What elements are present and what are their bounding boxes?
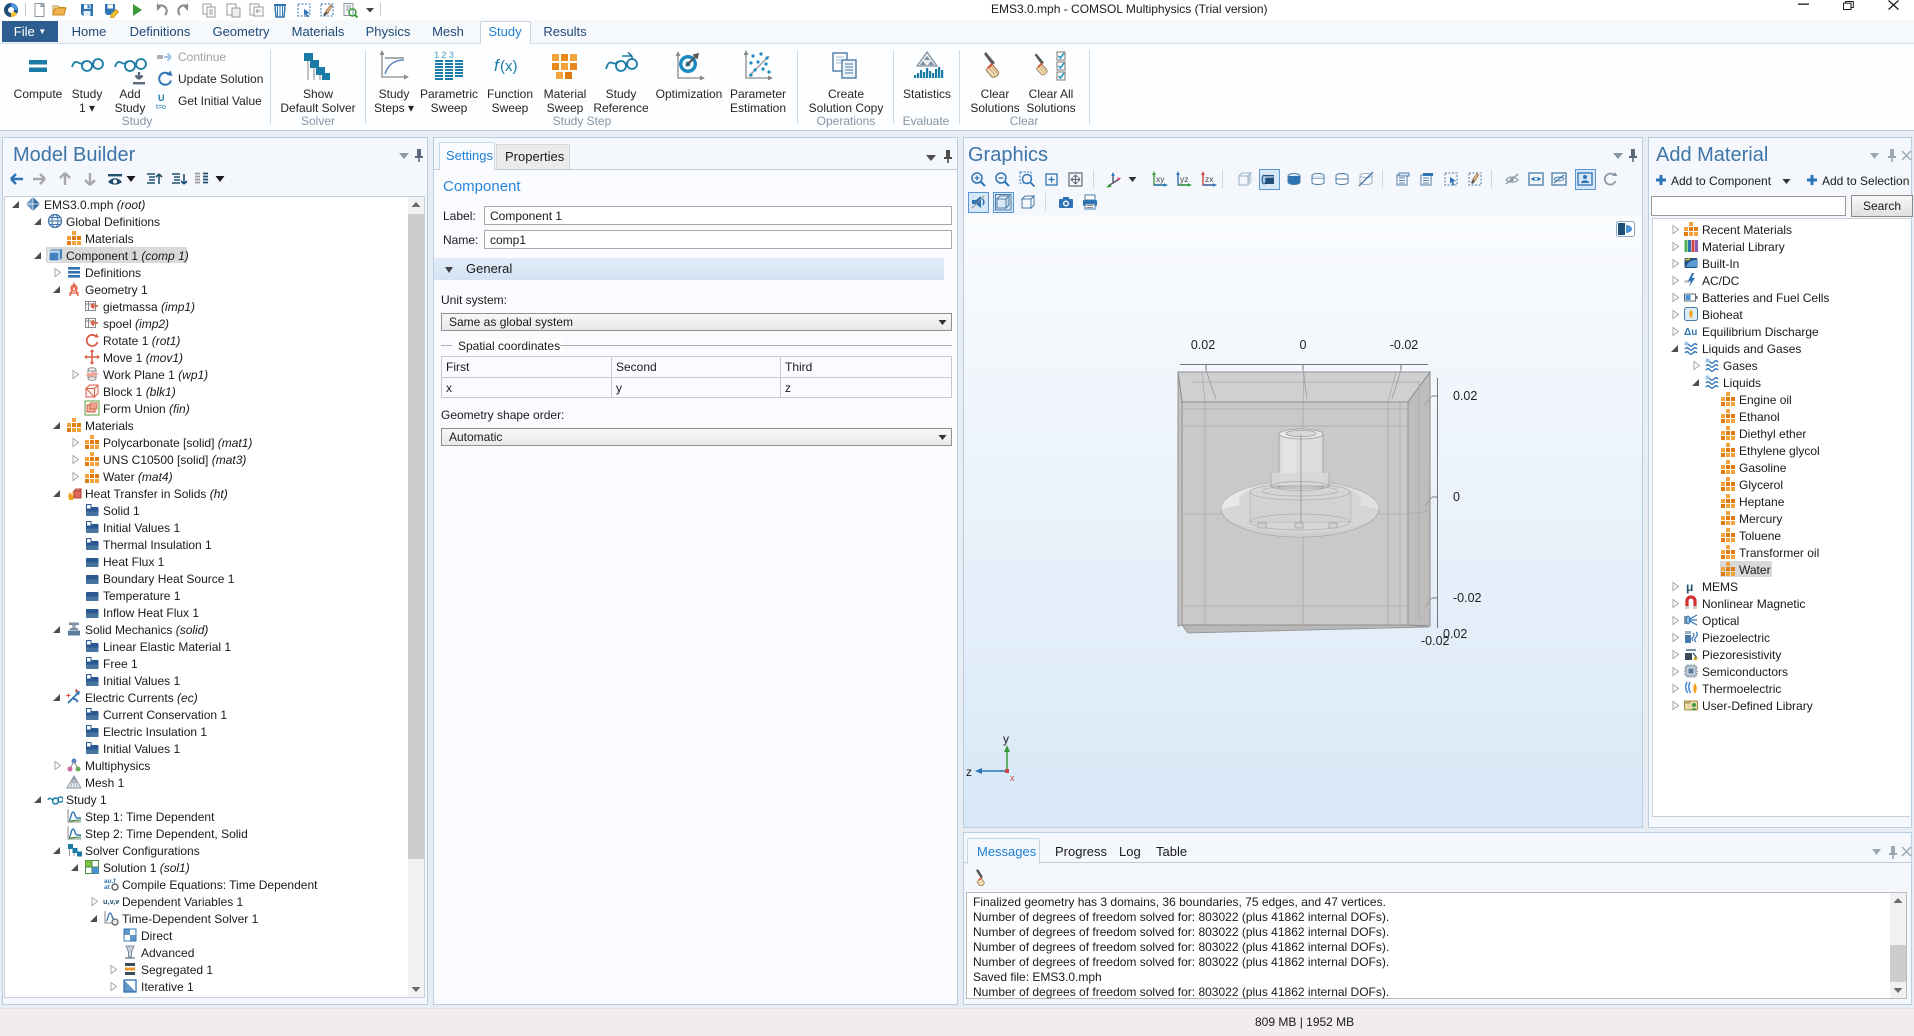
svg-text:0: 0 [1300, 338, 1307, 352]
svg-text:t=o: t=o [156, 104, 166, 111]
svg-text:+: + [66, 691, 71, 700]
svg-text:0.02: 0.02 [1453, 389, 1477, 403]
svg-text:yz: yz [1180, 174, 1189, 184]
svg-text:0: 0 [1453, 490, 1460, 504]
svg-text:-0.02: -0.02 [1453, 591, 1482, 605]
svg-text:1 2 3: 1 2 3 [434, 50, 454, 60]
svg-text:Δu: Δu [1684, 327, 1697, 338]
svg-text:-0.02: -0.02 [1421, 634, 1450, 648]
svg-text:z: z [966, 765, 972, 779]
svg-text:u,v,w: u,v,w [103, 897, 119, 906]
svg-text:x: x [1010, 773, 1015, 783]
svg-text:xy: xy [1156, 174, 1165, 184]
svg-text:(x): (x) [500, 58, 518, 75]
svg-text:zx: zx [1205, 174, 1214, 184]
svg-text:y: y [1003, 732, 1009, 746]
svg-text:μ: μ [1686, 580, 1693, 594]
svg-text:0.02: 0.02 [1191, 338, 1215, 352]
svg-text:U: U [158, 93, 165, 103]
svg-text:-0.02: -0.02 [1390, 338, 1419, 352]
svg-text:at: at [104, 884, 111, 891]
